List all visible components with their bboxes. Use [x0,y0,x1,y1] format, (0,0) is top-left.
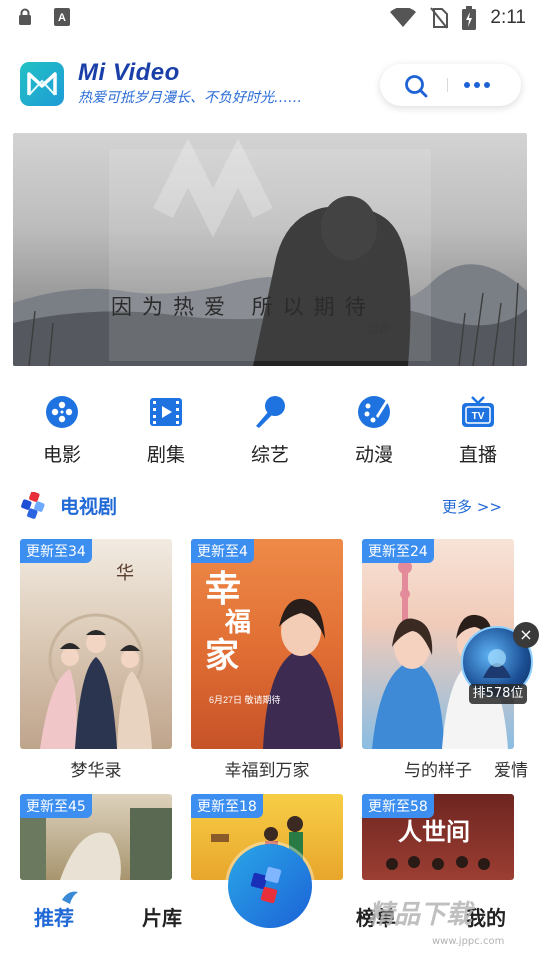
film-reel-icon [46,396,78,428]
update-badge: 更新至18 [191,794,263,818]
clock: 2:11 [490,7,526,28]
update-badge: 更新至34 [20,539,92,563]
app-header: Mi Video 热爱可抵岁月漫长、不负好时光…… [0,56,540,116]
tv-series-section-icon [21,492,45,519]
app-name: Mi Video [78,59,180,86]
svg-text:福: 福 [224,608,251,638]
section-header: 电视剧 更多 >> [0,488,540,524]
poster-card[interactable]: 幸 福 家 6月27日 敬请期待 更新至4 [191,539,343,749]
m-logo-icon [27,72,57,96]
watermark-url: www.jppc.com [432,936,505,947]
category-live[interactable]: TV 直播 [426,390,530,470]
svg-text:TV: TV [472,411,485,422]
svg-text:人世间: 人世间 [398,817,470,846]
category-movie[interactable]: 电影 [10,390,114,470]
hero-banner[interactable]: 因为热爱 所以期待 ---觅影 [13,133,527,366]
no-sim-icon [430,7,449,29]
svg-text:幸: 幸 [205,568,241,610]
center-home-button[interactable] [228,844,312,928]
svg-text:A: A [58,12,66,24]
section-more-link[interactable]: 更多 >> [442,496,502,517]
microphone-icon [256,396,285,428]
app-logo [20,62,64,106]
category-label: 电影 [42,444,81,466]
cubes-logo-icon [250,866,282,904]
poster-art: 幸 福 家 6月27日 敬请期待 [205,568,341,749]
close-ad-button[interactable]: × [513,622,539,648]
svg-text:家: 家 [205,636,239,676]
update-badge: 更新至58 [362,794,434,818]
a-keyboard-icon: A [54,8,70,26]
poster-title[interactable]: 幸福到万家 [191,756,343,781]
banner-caption: 因为热爱 所以期待 [111,295,376,319]
update-badge: 更新至4 [191,539,254,563]
category-label: 综艺 [250,444,289,466]
watermark: 精品下载 [368,900,473,930]
svg-text:华: 华 [116,563,134,584]
tab-recommend[interactable]: 推荐 [34,902,74,931]
poster-art: 华 [40,563,152,749]
poster-title[interactable]: 梦华录 [20,756,172,781]
search-icon[interactable] [404,74,428,98]
poster-card[interactable]: 人世间 更新至58 [362,794,514,880]
app-slogan: 热爱可抵岁月漫长、不负好时光…… [78,90,302,106]
category-label: 剧集 [146,444,185,466]
film-strip-icon [150,398,182,426]
update-badge: 更新至45 [20,794,92,818]
category-label: 动漫 [354,444,393,466]
poster-card[interactable]: 更新至45 [20,794,172,880]
wifi-icon [390,8,417,27]
ad-rank-label: 排578位 [469,684,527,704]
palette-icon [358,396,390,428]
poster-title[interactable]: 爱情 [494,756,534,781]
battery-charging-icon [462,6,477,30]
category-nav: 电影 剧集 综艺 动漫 TV 直播 [0,390,540,470]
category-anime[interactable]: 动漫 [322,390,426,470]
category-label: 直播 [458,444,497,466]
tab-library[interactable]: 片库 [142,902,182,931]
section-title: 电视剧 [60,496,118,518]
status-bar: A 2:11 [0,0,540,36]
poster-card[interactable]: 华 更新至34 [20,539,172,749]
category-series[interactable]: 剧集 [114,390,218,470]
pill-divider [447,78,448,92]
poster-title[interactable]: 与的样子 [362,756,514,781]
category-variety[interactable]: 综艺 [218,390,322,470]
update-badge: 更新至24 [362,539,434,563]
tv-icon: TV [462,396,494,427]
lock-icon [19,8,31,25]
more-dots-icon[interactable] [464,82,490,88]
search-more-pill [380,64,521,106]
banner-credit: ---觅影 [353,322,390,336]
svg-text:6月27日 敬请期待: 6月27日 敬请期待 [209,694,281,705]
